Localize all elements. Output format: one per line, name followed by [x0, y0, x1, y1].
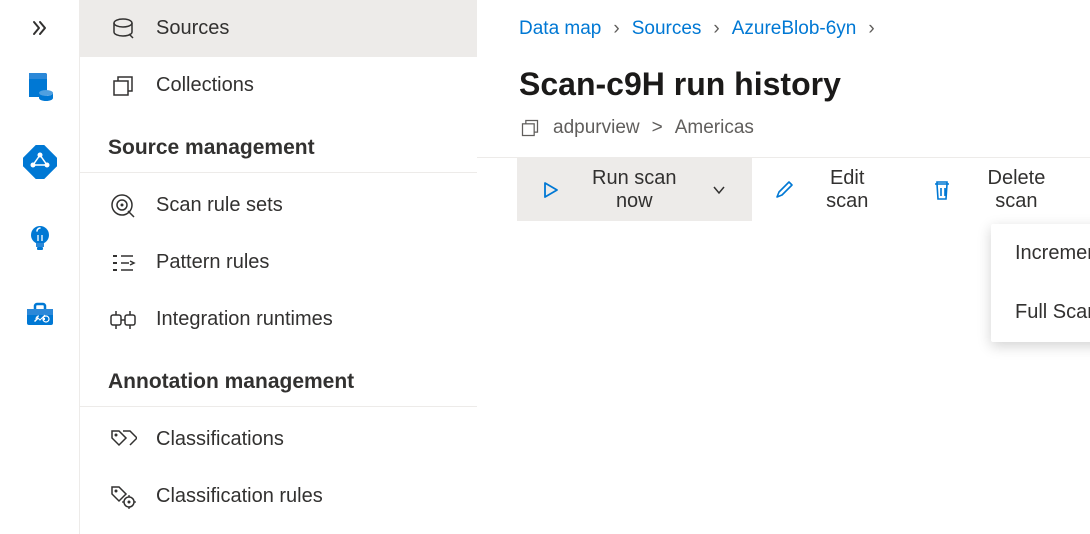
sidebar-item-sources[interactable]: Sources — [80, 0, 477, 57]
breadcrumb-link-azureblob[interactable]: AzureBlob-6yn — [732, 18, 857, 40]
sidebar-section-annotation-mgmt: Annotation management — [80, 348, 477, 407]
sidebar-item-classification-rules[interactable]: Classification rules — [80, 468, 477, 525]
left-rail — [0, 0, 80, 534]
edit-scan-label: Edit scan — [807, 167, 887, 213]
run-scan-label: Run scan now — [572, 167, 696, 213]
target-icon — [108, 191, 138, 221]
sidebar-item-label: Integration runtimes — [156, 308, 333, 331]
sidebar-item-classifications[interactable]: Classifications — [80, 411, 477, 468]
rail-item-map[interactable] — [16, 138, 64, 186]
toolbox-icon — [23, 297, 57, 331]
map-nodes-icon — [23, 145, 57, 179]
dropdown-item-incremental-scan[interactable]: Incremental scan — [991, 224, 1090, 283]
collection-path-child: Americas — [675, 117, 754, 139]
run-scan-dropdown: Incremental scan Full Scan — [991, 224, 1090, 342]
lightbulb-icon — [25, 223, 55, 253]
edit-scan-button[interactable]: Edit scan — [752, 158, 910, 221]
sidebar-item-pattern-rules[interactable]: Pattern rules — [80, 234, 477, 291]
page-title: Scan-c9H run history — [477, 40, 1090, 103]
integration-icon — [108, 305, 138, 335]
sidebar-item-label: Classifications — [156, 428, 284, 451]
rail-expand-button[interactable] — [0, 8, 79, 48]
trash-icon — [931, 179, 952, 201]
collections-icon — [108, 71, 138, 101]
sidebar-item-label: Pattern rules — [156, 251, 269, 274]
dropdown-item-full-scan[interactable]: Full Scan — [991, 283, 1090, 342]
chevron-down-icon — [708, 179, 729, 201]
collection-path-sep: > — [652, 117, 663, 139]
database-icon — [108, 14, 138, 44]
chevron-right-double-icon — [31, 19, 49, 37]
collections-icon — [519, 117, 541, 139]
dropdown-item-label: Full Scan — [1015, 301, 1090, 324]
sidebar-section-source-mgmt: Source management — [80, 114, 477, 173]
rail-item-insights[interactable] — [16, 214, 64, 262]
pattern-icon — [108, 248, 138, 278]
book-database-icon — [23, 69, 57, 103]
delete-scan-button[interactable]: Delete scan — [909, 158, 1090, 221]
tags-icon — [108, 425, 138, 455]
rail-item-management[interactable] — [16, 290, 64, 338]
toolbar: Run scan now Edit scan Delete scan — [477, 157, 1090, 221]
sidebar-item-label: Collections — [156, 74, 254, 97]
breadcrumb-sep-icon: › — [868, 18, 874, 40]
sidebar-item-label: Classification rules — [156, 485, 323, 508]
play-icon — [539, 179, 560, 201]
sidebar-item-label: Scan rule sets — [156, 194, 283, 217]
sidebar-item-collections[interactable]: Collections — [80, 57, 477, 114]
breadcrumb-sep-icon: › — [713, 18, 719, 40]
edit-icon — [774, 179, 795, 201]
sidebar: Sources Collections Source management Sc… — [80, 0, 477, 534]
breadcrumb-link-data-map[interactable]: Data map — [519, 18, 601, 40]
main-content: Data map › Sources › AzureBlob-6yn › Sca… — [477, 0, 1090, 534]
rail-item-catalog[interactable] — [16, 62, 64, 110]
collection-path: adpurview > Americas — [477, 103, 1090, 157]
tags-gear-icon — [108, 482, 138, 512]
collection-path-root: adpurview — [553, 117, 640, 139]
run-scan-now-button[interactable]: Run scan now — [517, 158, 752, 221]
breadcrumb-link-sources[interactable]: Sources — [632, 18, 702, 40]
breadcrumb: Data map › Sources › AzureBlob-6yn › — [477, 0, 1090, 40]
sidebar-item-scan-rule-sets[interactable]: Scan rule sets — [80, 177, 477, 234]
delete-scan-label: Delete scan — [965, 167, 1068, 213]
sidebar-item-label: Sources — [156, 17, 229, 40]
breadcrumb-sep-icon: › — [613, 18, 619, 40]
sidebar-item-integration-runtimes[interactable]: Integration runtimes — [80, 291, 477, 348]
dropdown-item-label: Incremental scan — [1015, 242, 1090, 265]
